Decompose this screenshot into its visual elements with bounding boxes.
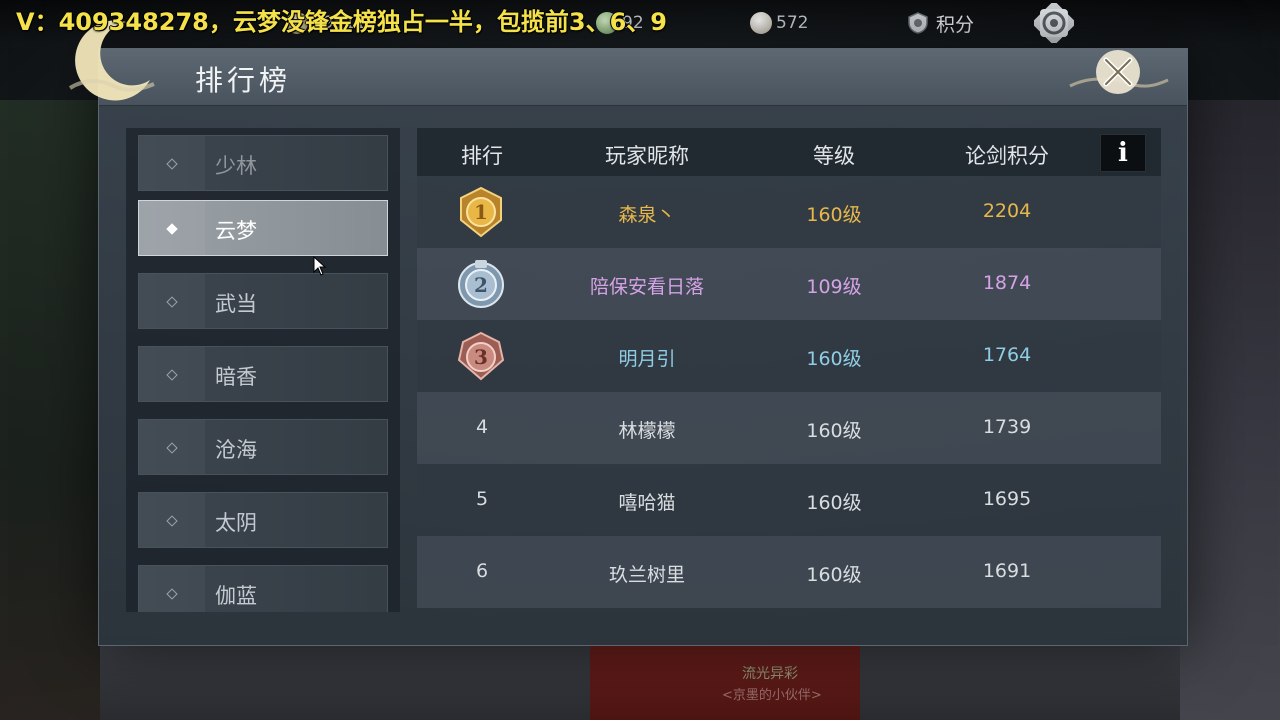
bronze-medal-icon: 3: [457, 331, 505, 381]
sect-item-canghai[interactable]: 沧海: [138, 419, 388, 475]
sect-item-label: 太阴: [215, 511, 257, 535]
header-score: 论剑积分: [965, 144, 1049, 168]
table-row[interactable]: 3 明月引 160级 1764: [417, 320, 1161, 392]
player-name: 明月引: [618, 348, 676, 370]
player-name: 林檬檬: [618, 420, 676, 442]
table-row[interactable]: 1 森泉丶 160级 2204: [417, 176, 1161, 248]
player-level: 160级: [806, 348, 862, 370]
sect-item-label: 暗香: [215, 365, 257, 389]
player-rank: 4: [475, 416, 489, 438]
player-level: 109级: [806, 276, 862, 298]
medal-number: 1: [474, 200, 488, 224]
header-level: 等级: [813, 144, 855, 168]
sect-item-label: 沧海: [215, 438, 257, 462]
header-rank: 排行: [461, 144, 503, 168]
player-name: 陪保安看日落: [589, 276, 704, 298]
header-player-name: 玩家昵称: [605, 144, 689, 168]
sect-item-yunmeng[interactable]: 云梦: [138, 200, 388, 256]
table-row[interactable]: 4 林檬檬 160级 1739: [417, 392, 1161, 464]
sect-item-label: 云梦: [215, 219, 257, 243]
player-name: 嘻哈猫: [618, 492, 676, 514]
npc-title: 流光异彩: [742, 666, 798, 682]
silver-medal-icon: 2: [458, 260, 504, 308]
background-scenery-right: [1180, 100, 1280, 720]
sect-item-label: 伽蓝: [215, 584, 257, 608]
ranking-table: 排行 玩家昵称 等级 论剑积分 i 1 森泉丶 160级 2204 2 陪保安看…: [417, 128, 1161, 612]
player-level: 160级: [806, 204, 862, 226]
player-score: 1739: [982, 416, 1032, 438]
score-label: 积分: [936, 13, 975, 36]
ingot-add-icon: [750, 12, 772, 34]
sect-list[interactable]: 少林 云梦 武当 暗香 沧海 太阴 伽蓝: [126, 128, 400, 612]
player-level: 160级: [806, 420, 862, 442]
medal-number: 3: [474, 345, 488, 369]
player-name: 森泉丶: [618, 204, 676, 226]
gold-medal-icon: 1: [460, 186, 502, 238]
resource-3-value: 572: [776, 13, 809, 33]
player-level: 160级: [806, 492, 862, 514]
player-score: 1695: [982, 488, 1032, 510]
player-rank: 6: [475, 560, 489, 582]
sect-item-taiyin[interactable]: 太阴: [138, 492, 388, 548]
mouse-cursor-icon: [313, 256, 327, 276]
table-row[interactable]: 6 玖兰树里 160级 1691: [417, 536, 1161, 608]
player-score: 1874: [982, 272, 1032, 294]
close-icon[interactable]: [1060, 46, 1170, 106]
stream-overlay-text: V：409348278，云梦没锋金榜独占一半，包揽前3、6、9: [16, 8, 667, 36]
info-button[interactable]: i: [1100, 134, 1146, 172]
settings-gear-icon[interactable]: [1034, 3, 1074, 43]
sect-item-shaolin[interactable]: 少林: [138, 135, 388, 191]
sect-item-wudang[interactable]: 武当: [138, 273, 388, 329]
sect-item-label: 武当: [215, 292, 257, 316]
resource-3[interactable]: 572: [750, 12, 808, 34]
score-button[interactable]: 积分: [906, 8, 974, 38]
sect-item-anxiang[interactable]: 暗香: [138, 346, 388, 402]
npc-subtitle: <京墨的小伙伴>: [722, 688, 822, 703]
red-carpet: [590, 640, 860, 720]
player-name: 玖兰树里: [608, 564, 685, 586]
player-rank: 5: [475, 488, 489, 510]
table-row[interactable]: 5 嘻哈猫 160级 1695: [417, 464, 1161, 536]
panel-header: 排行榜: [99, 49, 1187, 106]
player-score: 1764: [982, 344, 1032, 366]
medal-number: 2: [474, 273, 488, 297]
table-row[interactable]: 2 陪保安看日落 109级 1874: [417, 248, 1161, 320]
player-level: 160级: [806, 564, 862, 586]
player-score: 1691: [982, 560, 1032, 582]
player-score: 2204: [982, 200, 1032, 222]
background-scenery-left: [0, 100, 100, 720]
panel-title: 排行榜: [195, 64, 292, 97]
table-header: 排行 玩家昵称 等级 论剑积分 i: [417, 128, 1161, 176]
sect-item-label: 少林: [215, 154, 257, 178]
sect-item-jialan[interactable]: 伽蓝: [138, 565, 388, 612]
shield-icon: [908, 12, 928, 34]
